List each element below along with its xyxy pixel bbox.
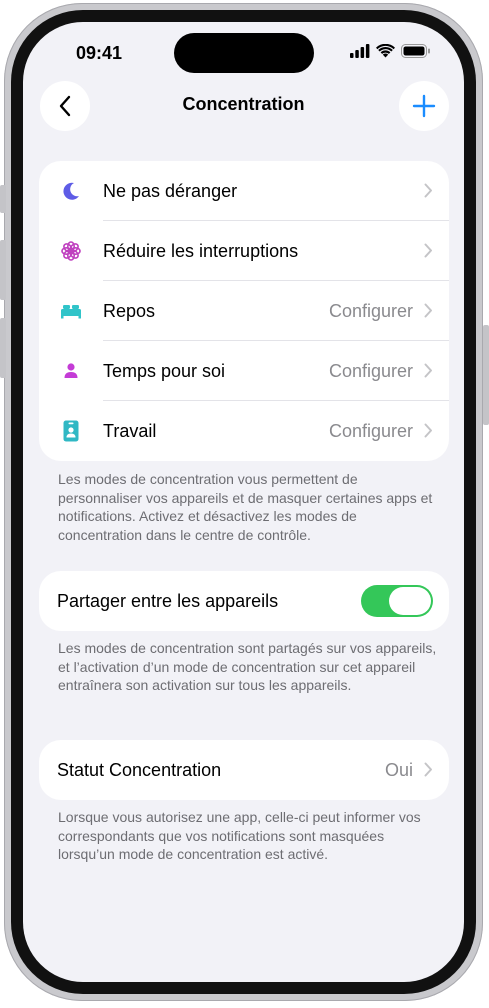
- screen: 09:41 Concentration Ne pas déranger Rédu…: [23, 22, 464, 982]
- share-across-devices-row: Partager entre les appareils: [39, 571, 449, 631]
- focus-mode-label: Réduire les interruptions: [103, 240, 299, 261]
- status-icons: [350, 44, 431, 58]
- chevron-right-icon: [424, 762, 432, 777]
- cellular-signal-icon: [350, 44, 370, 58]
- focus-status-footnote: Lorsque vous autorisez une app, celle-ci…: [58, 809, 421, 862]
- power-button: [483, 325, 489, 425]
- add-button[interactable]: [399, 81, 449, 131]
- focus-mode-value: Configurer: [328, 360, 413, 381]
- bed-icon: [59, 299, 83, 323]
- focus-mode-label: Repos: [103, 300, 156, 321]
- focus-mode-row-sleep[interactable]: Repos Configurer: [39, 281, 449, 341]
- plus-icon: [412, 94, 436, 118]
- share-across-devices-toggle[interactable]: [361, 585, 433, 617]
- focus-modes-footnote: Les modes de concentration vous permette…: [58, 471, 433, 543]
- share-across-devices-card: Partager entre les appareils: [39, 571, 449, 631]
- focus-mode-row-personal[interactable]: Temps pour soi Configurer: [39, 341, 449, 401]
- focus-mode-label: Temps pour soi: [103, 360, 226, 381]
- chevron-right-icon: [424, 363, 432, 378]
- id-badge-icon: [59, 419, 83, 443]
- battery-icon: [401, 44, 430, 58]
- focus-modes-list: Ne pas déranger Réduire les interruption…: [39, 161, 449, 461]
- volume-down-button: [0, 318, 6, 378]
- focus-mode-row-work[interactable]: Travail Configurer: [39, 401, 449, 461]
- volume-up-button: [0, 240, 6, 300]
- chevron-right-icon: [424, 243, 432, 258]
- person-icon: [59, 359, 83, 383]
- toggle-knob: [389, 587, 431, 615]
- focus-mode-label: Travail: [103, 420, 157, 441]
- focus-mode-value: Configurer: [328, 300, 413, 321]
- focus-mode-row-do-not-disturb[interactable]: Ne pas déranger: [39, 161, 449, 221]
- flower-icon: [59, 239, 83, 263]
- focus-status-row[interactable]: Statut Concentration Oui: [39, 740, 449, 800]
- moon-icon: [59, 179, 83, 203]
- chevron-right-icon: [424, 183, 432, 198]
- focus-mode-label: Ne pas déranger: [103, 180, 238, 201]
- page-title: Concentration: [182, 94, 305, 114]
- focus-mode-row-reduce-interruptions[interactable]: Réduire les interruptions: [39, 221, 449, 281]
- status-time: 09:41: [76, 43, 123, 63]
- focus-status-label: Statut Concentration: [57, 759, 222, 780]
- dynamic-island: [174, 33, 314, 73]
- action-button: [0, 185, 6, 213]
- share-across-devices-label: Partager entre les appareils: [57, 590, 279, 611]
- chevron-right-icon: [424, 423, 432, 438]
- chevron-right-icon: [424, 303, 432, 318]
- focus-status-value: Oui: [384, 759, 413, 780]
- focus-mode-value: Configurer: [328, 420, 413, 441]
- wifi-icon: [376, 44, 395, 58]
- focus-status-card: Statut Concentration Oui: [39, 740, 449, 800]
- share-footnote: Les modes de concentration sont partagés…: [58, 640, 437, 693]
